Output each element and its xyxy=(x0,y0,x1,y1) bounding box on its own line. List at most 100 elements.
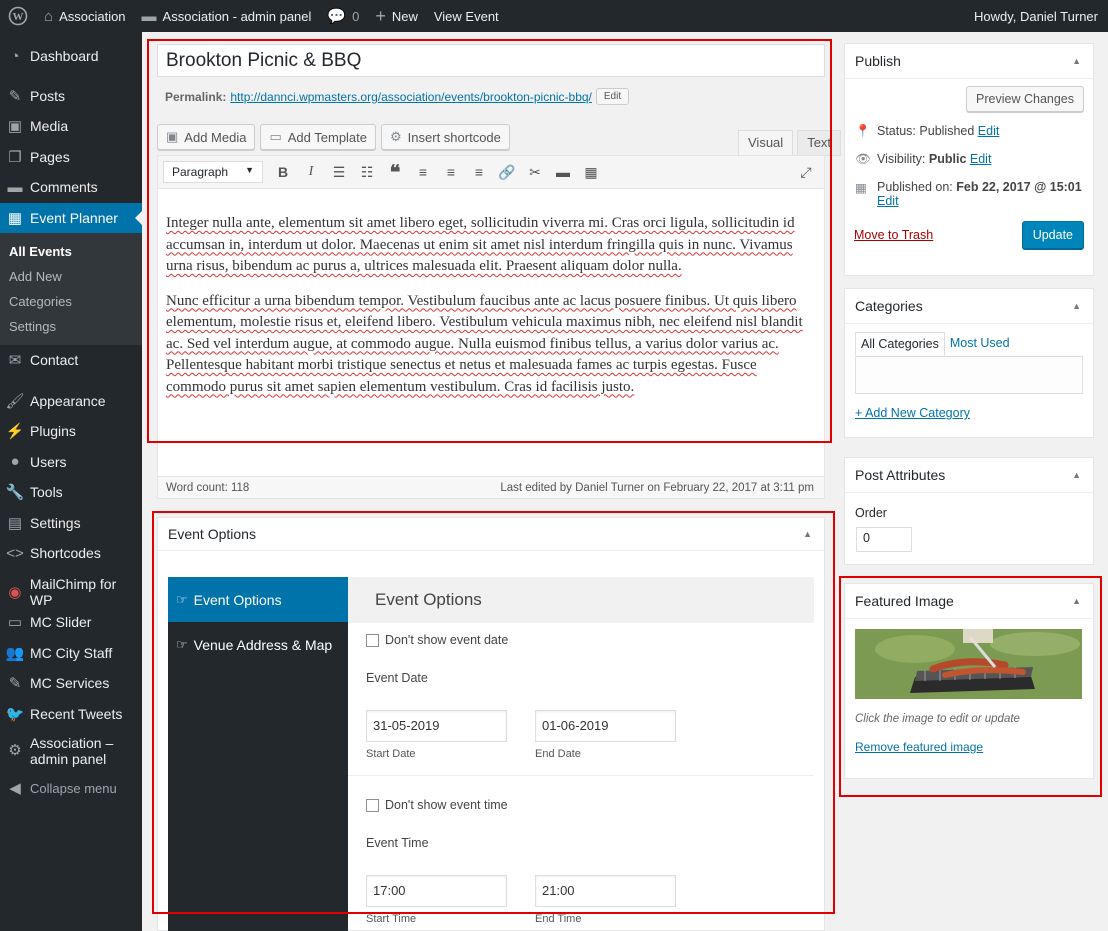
sidebar-item-mc-slider[interactable]: ▭ MC Slider xyxy=(0,607,142,638)
permalink-edit-button[interactable]: Edit xyxy=(595,88,630,105)
collapse-arrow-icon[interactable]: ▲ xyxy=(803,529,812,539)
sidebar-item-shortcodes[interactable]: <> Shortcodes xyxy=(0,538,142,569)
featured-image-hint: Click the image to edit or update xyxy=(855,713,1020,725)
sidebar-item-plugins[interactable]: ⚡ Plugins xyxy=(0,416,142,447)
sidebar-item-association-panel[interactable]: ⚙ Association – admin panel xyxy=(0,729,142,773)
insert-shortcode-button[interactable]: ⚙ Insert shortcode xyxy=(381,124,510,150)
dont-show-time-checkbox[interactable]: Don't show event time xyxy=(366,798,814,812)
sidebar-item-label: Media xyxy=(30,118,69,135)
bold-icon[interactable]: B xyxy=(269,161,297,183)
visibility-edit-link[interactable]: Edit xyxy=(970,152,992,166)
bullet-list-icon[interactable]: ☰ xyxy=(325,161,353,183)
sidebar-item-event-planner[interactable]: ▦ Event Planner xyxy=(0,202,142,233)
tab-event-options[interactable]: ☞ Event Options xyxy=(168,577,356,622)
new-content-link[interactable]: + New xyxy=(367,0,426,32)
wrench-icon: 🔧 xyxy=(5,484,25,502)
update-button[interactable]: Update xyxy=(1021,221,1084,249)
gear-icon: ⚙ xyxy=(8,742,22,759)
collapse-arrow-icon[interactable]: ▲ xyxy=(1072,596,1081,606)
collapse-arrow-icon[interactable]: ▲ xyxy=(1072,301,1081,311)
preview-changes-button[interactable]: Preview Changes xyxy=(966,86,1084,112)
add-template-button[interactable]: ▭ Add Template xyxy=(260,124,377,150)
editor-tabs: Visual Text xyxy=(734,130,842,156)
metabox-title: Publish xyxy=(855,53,901,69)
sidebar-item-comments[interactable]: ▬ Comments xyxy=(0,172,142,203)
view-event-link[interactable]: View Event xyxy=(426,0,507,32)
sidebar-item-tools[interactable]: 🔧 Tools xyxy=(0,477,142,508)
sidebar-item-appearance[interactable]: 🖌 Appearance xyxy=(0,386,142,417)
event-options-panel: Event Options Don't show event date Even… xyxy=(348,577,814,925)
sidebar-item-mc-city-staff[interactable]: 👥 MC City Staff xyxy=(0,638,142,669)
sidebar-item-contact[interactable]: ✉ Contact xyxy=(0,345,142,376)
link-icon[interactable]: 🔗 xyxy=(493,161,521,183)
read-more-icon[interactable]: ▬ xyxy=(549,161,577,183)
categories-header[interactable]: Categories ▲ xyxy=(845,289,1093,324)
checkbox-box[interactable] xyxy=(366,633,379,647)
publish-header[interactable]: Publish ▲ xyxy=(845,44,1093,79)
permalink-link[interactable]: http://dannci.wpmasters.org/association/… xyxy=(230,90,592,104)
post-attributes-header[interactable]: Post Attributes ▲ xyxy=(845,458,1093,493)
dont-show-date-checkbox[interactable]: Don't show event date xyxy=(366,633,814,647)
numbered-list-icon[interactable]: ☷ xyxy=(353,161,381,183)
format-select[interactable]: Paragraph ▼ xyxy=(163,161,263,183)
event-options-header[interactable]: Event Options ▲ xyxy=(158,518,824,551)
featured-image-header[interactable]: Featured Image ▲ xyxy=(845,584,1093,619)
checkbox-box[interactable] xyxy=(366,798,379,812)
submenu-settings[interactable]: Settings xyxy=(0,314,142,339)
end-time-input[interactable]: 21:00 xyxy=(535,875,676,907)
end-date-input[interactable]: 01-06-2019 xyxy=(535,710,676,742)
sidebar-item-users[interactable]: ● Users xyxy=(0,447,142,478)
sidebar-item-settings[interactable]: ▤ Settings xyxy=(0,508,142,539)
start-date-input[interactable]: 31-05-2019 xyxy=(366,710,507,742)
fullscreen-icon[interactable]: ⤢ xyxy=(792,161,820,183)
sidebar-item-dashboard[interactable]: ◔ Dashboard xyxy=(0,41,142,72)
sidebar-item-media[interactable]: ▣ Media xyxy=(0,111,142,142)
unlink-icon[interactable]: ✂ xyxy=(521,161,549,183)
section-title: Event Options xyxy=(348,577,814,623)
order-input[interactable]: 0 xyxy=(856,527,912,552)
admin-panel-link[interactable]: ▬ Association - admin panel xyxy=(134,0,320,32)
italic-icon[interactable]: I xyxy=(297,161,325,183)
end-time-label: End Time xyxy=(535,913,582,925)
align-left-icon[interactable]: ≡ xyxy=(409,161,437,183)
categories-list[interactable] xyxy=(855,356,1083,394)
tab-all-categories[interactable]: All Categories xyxy=(855,332,945,356)
add-media-button[interactable]: ▣ Add Media xyxy=(157,124,256,150)
tab-most-used[interactable]: Most Used xyxy=(945,332,1015,356)
sidebar-item-recent-tweets[interactable]: 🐦 Recent Tweets xyxy=(0,699,142,730)
move-to-trash-link[interactable]: Move to Trash xyxy=(854,228,933,242)
status-edit-link[interactable]: Edit xyxy=(978,124,1000,138)
editor-body[interactable]: Integer nulla ante, elementum sit amet l… xyxy=(158,189,824,398)
tab-label: Venue Address & Map xyxy=(193,636,333,653)
tab-text[interactable]: Text xyxy=(797,130,842,156)
sidebar-item-posts[interactable]: ✎ Posts xyxy=(0,81,142,112)
toolbar-toggle-icon[interactable]: ▦ xyxy=(577,161,605,183)
tab-venue-address-map[interactable]: ☞ Venue Address & Map xyxy=(168,622,348,667)
sidebar-item-mailchimp[interactable]: ◉ MailChimp for WP xyxy=(0,576,142,608)
collapse-arrow-icon[interactable]: ▲ xyxy=(1072,470,1081,480)
featured-image-thumbnail[interactable] xyxy=(855,629,1082,699)
blockquote-icon[interactable]: ❝ xyxy=(381,161,409,184)
sidebar-item-mc-services[interactable]: ✎ MC Services xyxy=(0,668,142,699)
post-title-input[interactable]: Brookton Picnic & BBQ xyxy=(157,44,825,77)
collapse-arrow-icon[interactable]: ▲ xyxy=(1072,56,1081,66)
account-menu[interactable]: Howdy, Daniel Turner xyxy=(966,0,1108,32)
align-center-icon[interactable]: ≡ xyxy=(437,161,465,183)
content-paragraph: Nunc efficitur a urna bibendum tempor. V… xyxy=(166,292,803,395)
tab-visual[interactable]: Visual xyxy=(738,130,794,156)
align-right-icon[interactable]: ≡ xyxy=(465,161,493,183)
wordpress-logo-icon[interactable]: W xyxy=(0,0,36,32)
collapse-menu-button[interactable]: ◀ Collapse menu xyxy=(0,773,142,804)
submenu-categories[interactable]: Categories xyxy=(0,289,142,314)
remove-featured-image-link[interactable]: Remove featured image xyxy=(855,740,983,754)
order-label: Order xyxy=(855,506,887,520)
start-time-input[interactable]: 17:00 xyxy=(366,875,507,907)
add-new-category-link[interactable]: + Add New Category xyxy=(855,406,970,420)
submenu-all-events[interactable]: All Events xyxy=(0,239,142,264)
site-name-link[interactable]: ⌂ Association xyxy=(36,0,134,32)
published-on-edit-link[interactable]: Edit xyxy=(877,194,899,208)
submenu-add-new[interactable]: Add New xyxy=(0,264,142,289)
comments-link[interactable]: 💬 0 xyxy=(319,0,367,32)
checkbox-label: Don't show event time xyxy=(385,798,508,812)
sidebar-item-pages[interactable]: ❐ Pages xyxy=(0,142,142,173)
